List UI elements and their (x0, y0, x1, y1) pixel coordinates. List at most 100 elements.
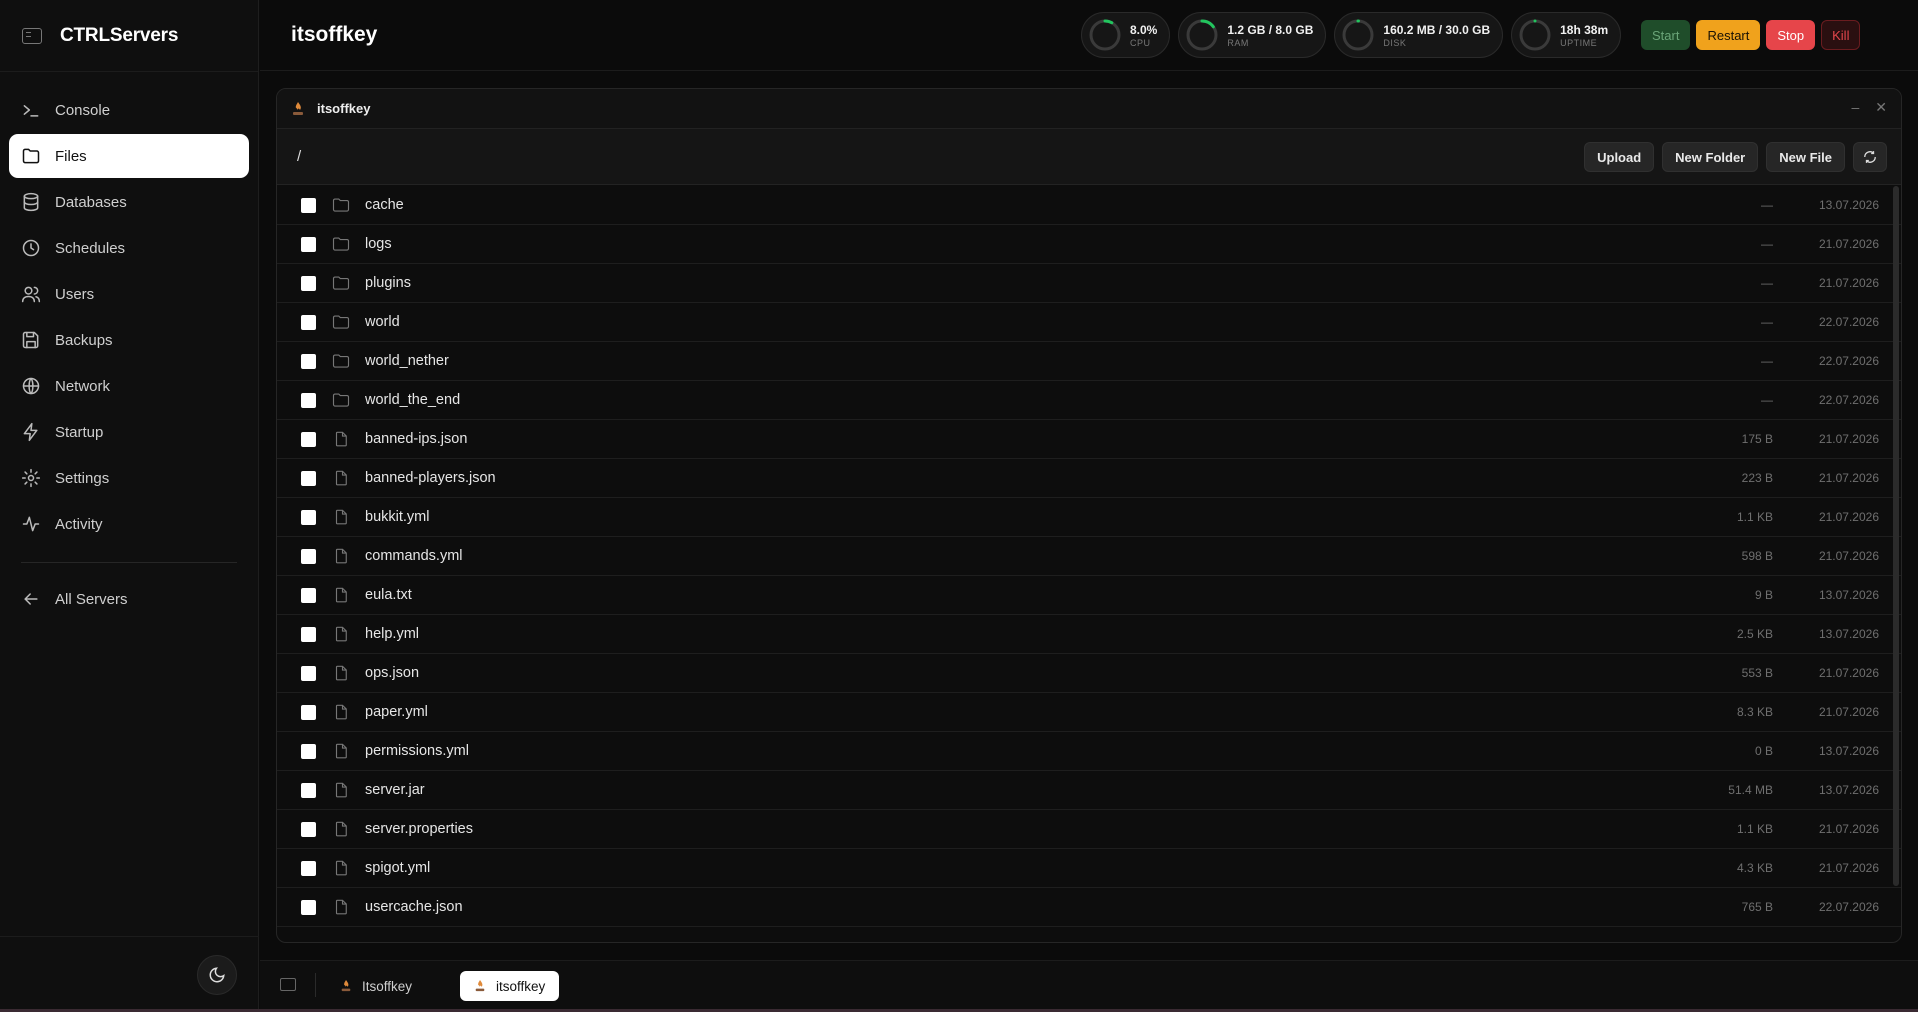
row-checkbox[interactable] (301, 548, 316, 564)
window-controls: – ✕ (1851, 99, 1887, 116)
new-file-button[interactable]: New File (1766, 142, 1845, 172)
row-checkbox[interactable] (301, 392, 316, 408)
row-checkbox[interactable] (301, 353, 316, 369)
row-checkbox[interactable] (301, 743, 316, 759)
row-checkbox[interactable] (301, 509, 316, 525)
file-name[interactable]: logs (365, 236, 392, 252)
file-name[interactable]: world (365, 314, 400, 330)
clock-icon (22, 239, 40, 257)
row-checkbox[interactable] (301, 236, 316, 252)
file-icon (335, 470, 347, 486)
breadcrumb[interactable]: / (297, 148, 301, 165)
row-checkbox[interactable] (301, 587, 316, 603)
scrollbar[interactable] (1893, 186, 1899, 886)
sidebar-item-startup[interactable]: Startup (9, 410, 249, 454)
theme-toggle-button[interactable] (197, 955, 237, 995)
row-checkbox[interactable] (301, 197, 316, 213)
file-name[interactable]: eula.txt (365, 587, 412, 603)
file-name[interactable]: usercache.json (365, 899, 463, 915)
gauge-icon (1089, 19, 1121, 51)
row-checkbox[interactable] (301, 431, 316, 447)
windows-icon[interactable] (280, 978, 296, 991)
file-date: 21.07.2026 (1818, 822, 1879, 836)
row-checkbox[interactable] (301, 704, 316, 720)
file-name[interactable]: world_the_end (365, 392, 460, 408)
file-name[interactable]: server.properties (365, 821, 473, 837)
file-row[interactable]: logs — 21.07.2026 (277, 225, 1901, 264)
row-checkbox[interactable] (301, 275, 316, 291)
file-name[interactable]: permissions.yml (365, 743, 469, 759)
file-row[interactable]: spigot.yml 4.3 KB 21.07.2026 (277, 849, 1901, 888)
file-icon (335, 821, 347, 837)
sidebar-item-users[interactable]: Users (9, 272, 249, 316)
file-row[interactable]: paper.yml 8.3 KB 21.07.2026 (277, 693, 1901, 732)
sidebar-item-schedules[interactable]: Schedules (9, 226, 249, 270)
file-row[interactable]: permissions.yml 0 B 13.07.2026 (277, 732, 1901, 771)
close-icon[interactable]: ✕ (1875, 99, 1887, 116)
file-row[interactable]: commands.yml 598 B 21.07.2026 (277, 537, 1901, 576)
sidebar-item-console[interactable]: Console (9, 88, 249, 132)
power-controls: Start Restart Stop Kill (1641, 20, 1861, 50)
file-row[interactable]: server.properties 1.1 KB 21.07.2026 (277, 810, 1901, 849)
window-titlebar[interactable]: itsoffkey – ✕ (277, 89, 1901, 129)
start-button[interactable]: Start (1641, 20, 1691, 50)
file-row[interactable]: server.jar 51.4 MB 13.07.2026 (277, 771, 1901, 810)
file-row[interactable]: cache — 13.07.2026 (277, 186, 1901, 225)
file-date: 21.07.2026 (1818, 471, 1879, 485)
upload-button[interactable]: Upload (1584, 142, 1655, 172)
sidebar-item-activity[interactable]: Activity (9, 502, 249, 546)
file-row[interactable]: world — 22.07.2026 (277, 303, 1901, 342)
file-name[interactable]: spigot.yml (365, 860, 430, 876)
row-checkbox[interactable] (301, 899, 316, 915)
sidebar-item-backups[interactable]: Backups (9, 318, 249, 362)
file-row[interactable]: banned-players.json 223 B 21.07.2026 (277, 459, 1901, 498)
file-name[interactable]: cache (365, 197, 404, 213)
file-name[interactable]: ops.json (365, 665, 419, 681)
sidebar-item-label: Backups (55, 331, 113, 349)
taskbar-item[interactable]: itsoffkey (460, 971, 560, 1001)
file-row[interactable]: bukkit.yml 1.1 KB 21.07.2026 (277, 498, 1901, 537)
brand[interactable]: CTRLServers (0, 0, 258, 72)
file-size: — (1761, 315, 1773, 329)
row-checkbox[interactable] (301, 470, 316, 486)
file-name[interactable]: banned-players.json (365, 470, 496, 486)
minimize-icon[interactable]: – (1851, 99, 1859, 116)
restart-button[interactable]: Restart (1696, 20, 1761, 50)
sidebar-item-files[interactable]: Files (9, 134, 249, 178)
file-name[interactable]: commands.yml (365, 548, 463, 564)
row-checkbox[interactable] (301, 821, 316, 837)
row-checkbox[interactable] (301, 314, 316, 330)
file-row[interactable]: banned-ips.json 175 B 21.07.2026 (277, 420, 1901, 459)
file-name[interactable]: paper.yml (365, 704, 428, 720)
refresh-button[interactable] (1853, 142, 1887, 172)
file-name[interactable]: banned-ips.json (365, 431, 467, 447)
new-folder-button[interactable]: New Folder (1662, 142, 1759, 172)
sidebar-item-all-servers[interactable]: All Servers (9, 577, 249, 621)
sidebar-item-settings[interactable]: Settings (9, 456, 249, 500)
file-row[interactable]: world_the_end — 22.07.2026 (277, 381, 1901, 420)
file-name[interactable]: bukkit.yml (365, 509, 429, 525)
file-row[interactable]: usercache.json 765 B 22.07.2026 (277, 888, 1901, 927)
file-row[interactable]: world_nether — 22.07.2026 (277, 342, 1901, 381)
sidebar-item-databases[interactable]: Databases (9, 180, 249, 224)
file-name[interactable]: world_nether (365, 353, 449, 369)
taskbar-label: itsoffkey (496, 978, 546, 994)
sidebar-item-network[interactable]: Network (9, 364, 249, 408)
file-row[interactable]: eula.txt 9 B 13.07.2026 (277, 576, 1901, 615)
row-checkbox[interactable] (301, 665, 316, 681)
kill-button[interactable]: Kill (1821, 20, 1861, 50)
file-row[interactable]: plugins — 21.07.2026 (277, 264, 1901, 303)
file-name[interactable]: plugins (365, 275, 411, 291)
nav-divider (21, 562, 237, 563)
taskbar: Itsoffkey itsoffkey (260, 960, 1918, 1010)
taskbar-item[interactable]: Itsoffkey (326, 971, 426, 1001)
row-checkbox[interactable] (301, 782, 316, 798)
stat-value: 160.2 MB / 30.0 GB (1383, 22, 1491, 37)
stop-button[interactable]: Stop (1766, 20, 1816, 50)
row-checkbox[interactable] (301, 860, 316, 876)
file-row[interactable]: ops.json 553 B 21.07.2026 (277, 654, 1901, 693)
row-checkbox[interactable] (301, 626, 316, 642)
file-name[interactable]: server.jar (365, 782, 425, 798)
file-row[interactable]: help.yml 2.5 KB 13.07.2026 (277, 615, 1901, 654)
file-name[interactable]: help.yml (365, 626, 419, 642)
